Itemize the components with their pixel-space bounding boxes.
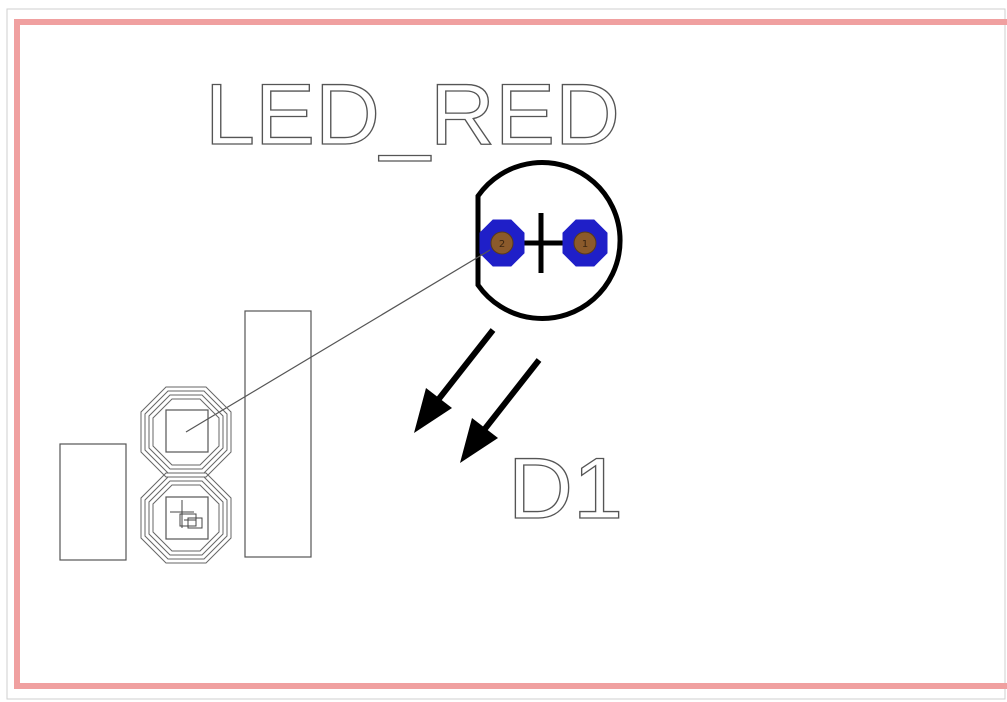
octagon-pad-lower[interactable]	[140, 472, 232, 564]
pad-number-label: 2	[499, 239, 505, 250]
smd-pad-left-outline	[59, 443, 127, 561]
octagon-ring-outer	[140, 472, 232, 564]
led-pad-1[interactable]: 1	[562, 219, 608, 267]
pad-number-label: 1	[582, 239, 588, 250]
led-pad-2[interactable]: 2	[479, 219, 525, 267]
component-reference-label: D1	[508, 441, 623, 537]
octagon-ring-core	[152, 484, 220, 552]
octagon-ring-mid	[144, 476, 228, 560]
pcb-layout-canvas: LED_RED D1 2 1	[6, 8, 1007, 700]
emission-arrow-1	[414, 328, 496, 433]
component-value-label: LED_RED	[205, 67, 620, 163]
crosshair-marker-icon	[170, 500, 203, 529]
octagon-ring-inner	[148, 480, 224, 556]
smd-pad-right-outline	[244, 310, 312, 558]
